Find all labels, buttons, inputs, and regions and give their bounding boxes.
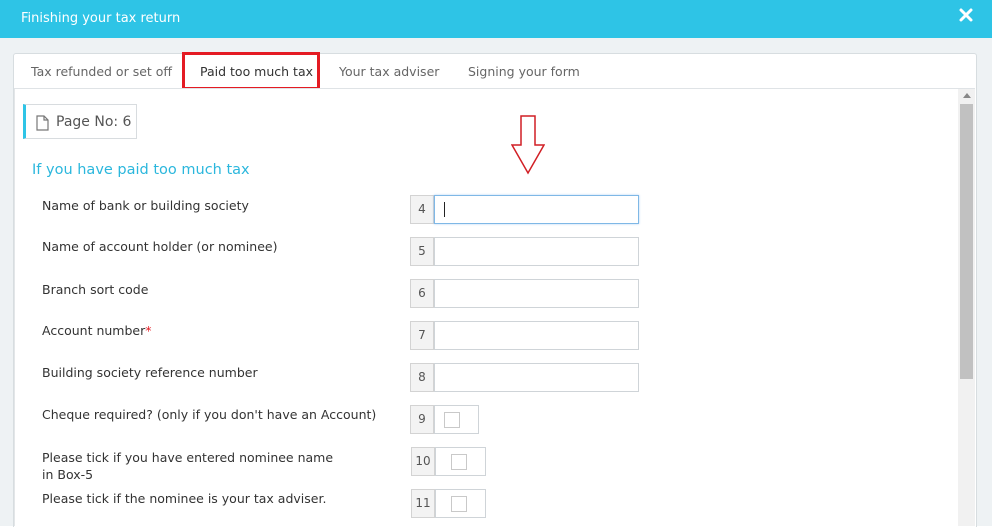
nominee-tax-adviser-field bbox=[435, 489, 486, 518]
scrollbar-thumb[interactable] bbox=[960, 104, 973, 379]
document-icon bbox=[36, 115, 49, 131]
nominee-tax-adviser-label: Please tick if the nominee is your tax a… bbox=[42, 491, 327, 506]
box-number: 9 bbox=[410, 405, 434, 434]
active-tab-highlight bbox=[182, 52, 320, 90]
box-number: 10 bbox=[411, 447, 435, 476]
dialog-title: Finishing your tax return bbox=[21, 11, 181, 26]
nominee-box5-label-line1: Please tick if you have entered nominee … bbox=[42, 450, 334, 465]
building-society-ref-label: Building society reference number bbox=[42, 365, 258, 380]
nominee-box5-label-line2: in Box-5 bbox=[42, 467, 94, 482]
box-number: 11 bbox=[411, 489, 435, 518]
account-holder-input[interactable] bbox=[434, 237, 639, 266]
bank-name-label: Name of bank or building society bbox=[42, 198, 249, 213]
section-title: If you have paid too much tax bbox=[32, 162, 250, 178]
scroll-up-icon[interactable] bbox=[963, 93, 971, 98]
nominee-tax-adviser-checkbox[interactable] bbox=[451, 496, 467, 512]
required-marker: * bbox=[145, 323, 152, 338]
account-number-text: Account number bbox=[42, 323, 146, 338]
sort-code-label: Branch sort code bbox=[42, 282, 149, 297]
text-caret bbox=[444, 202, 445, 217]
tab-signing-your-form[interactable]: Signing your form bbox=[468, 64, 580, 79]
close-icon[interactable] bbox=[958, 7, 974, 23]
building-society-ref-input[interactable] bbox=[434, 363, 639, 392]
nominee-box5-checkbox[interactable] bbox=[451, 454, 467, 470]
account-holder-label: Name of account holder (or nominee) bbox=[42, 239, 278, 254]
box-number: 5 bbox=[410, 237, 434, 266]
box-number: 8 bbox=[410, 363, 434, 392]
tab-your-tax-adviser[interactable]: Your tax adviser bbox=[339, 64, 439, 79]
cheque-required-label: Cheque required? (only if you don't have… bbox=[42, 407, 377, 422]
bank-name-input[interactable] bbox=[434, 195, 639, 224]
account-number-input[interactable] bbox=[434, 321, 639, 350]
sort-code-input[interactable] bbox=[434, 279, 639, 308]
tab-tax-refunded[interactable]: Tax refunded or set off bbox=[31, 64, 172, 79]
account-number-label: Account number* bbox=[42, 322, 151, 339]
dialog-titlebar: Finishing your tax return bbox=[0, 0, 992, 38]
cheque-required-field bbox=[434, 405, 479, 434]
page-number-badge: Page No: 6 bbox=[23, 104, 137, 139]
nominee-box5-label: Please tick if you have entered nominee … bbox=[42, 449, 333, 483]
nominee-box5-field bbox=[435, 447, 486, 476]
box-number: 4 bbox=[410, 195, 434, 224]
box-number: 7 bbox=[410, 321, 434, 350]
cheque-required-checkbox[interactable] bbox=[444, 412, 460, 428]
page-number-label: Page No: 6 bbox=[56, 114, 132, 130]
down-arrow-icon bbox=[511, 115, 545, 175]
box-number: 6 bbox=[410, 279, 434, 308]
